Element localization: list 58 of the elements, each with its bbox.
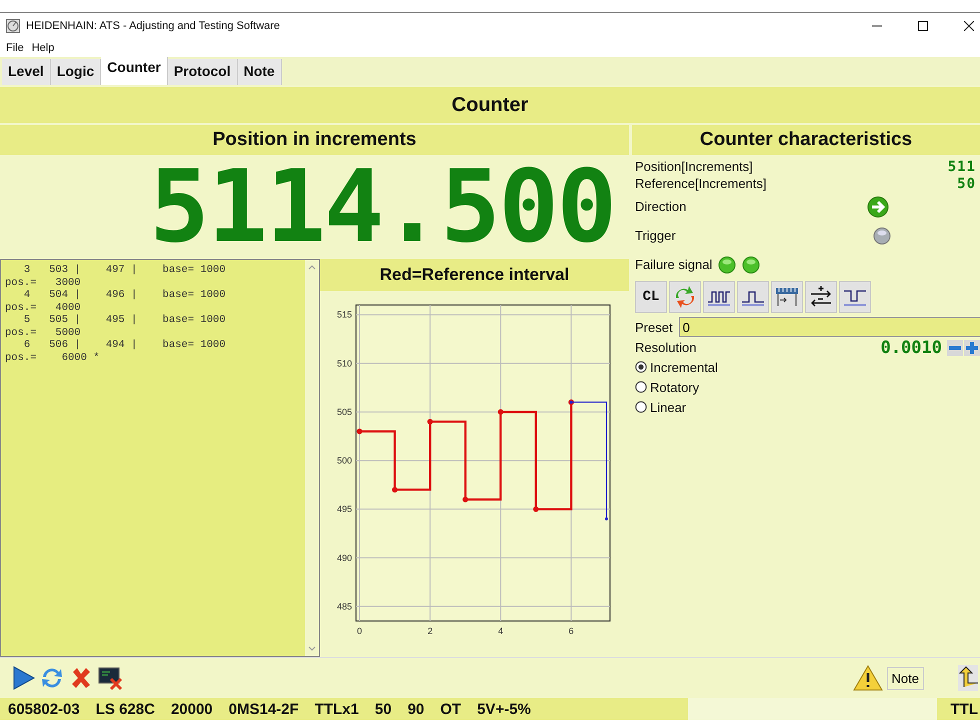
status-field: 0MS14-2F	[228, 700, 299, 718]
tab[interactable]: Logic	[50, 59, 102, 85]
axis-tick-label: 495	[336, 504, 352, 514]
status-field: 5V+-5%	[477, 700, 531, 718]
preset-field[interactable]: 0	[678, 317, 980, 337]
field-label: Preset	[635, 320, 673, 334]
status-field: 50	[374, 700, 392, 718]
digital-reading: 511	[948, 158, 976, 174]
log-line: 5 505 | 495 | base= 1000	[22, 314, 227, 326]
tab[interactable]: Level	[2, 59, 51, 85]
tab[interactable]: Protocol	[168, 59, 238, 85]
axis-tick-label: 4	[498, 626, 504, 636]
chart-title: Red=Reference interval	[320, 259, 629, 291]
status-field: TTLx1	[314, 700, 359, 718]
log-line: pos.= 3000	[5, 276, 82, 289]
axis-tick-label: 6	[568, 626, 574, 636]
log-line: 3 503 | 497 | base= 1000	[22, 264, 227, 276]
field-label: Failure signal	[635, 257, 712, 272]
digital-reading: 0.0010	[880, 338, 942, 358]
tab[interactable]: Counter	[101, 57, 168, 85]
axis-tick-label: 500	[336, 456, 352, 466]
axis-tick-label: 505	[336, 406, 352, 417]
field-label: Position[Increments]	[635, 159, 753, 174]
field-label: Direction	[635, 199, 688, 214]
log-line: pos.= 6000 *	[5, 352, 101, 364]
axis-tick-label: 2	[428, 626, 433, 636]
axis-tick-label: 490	[336, 552, 352, 563]
status-field: 90	[408, 700, 424, 718]
menu-item[interactable]: Help	[32, 42, 54, 54]
field-label: Resolution	[635, 340, 696, 355]
log-line: 4 504 | 496 | base= 1000	[22, 289, 227, 302]
status-field: 605802-03	[8, 700, 80, 718]
menu-item[interactable]: File	[6, 42, 24, 54]
window-title: HEIDENHAIN: ATS - Adjusting and Testing Software	[26, 20, 280, 32]
axis-tick-label: 510	[336, 358, 352, 368]
axis-tick-label: 515	[336, 310, 352, 320]
panel-title: Counter characteristics	[632, 125, 980, 155]
clear-button[interactable]: CL	[635, 281, 667, 313]
digital-reading: 50	[957, 176, 976, 192]
position-reading: 5114.500	[149, 157, 615, 257]
axis-tick-label: 0	[357, 626, 362, 636]
radio-option[interactable]: Rotatory	[635, 377, 980, 397]
log-line: 6 506 | 494 | base= 1000	[22, 339, 227, 352]
status-field: 20000	[170, 700, 213, 718]
field-label: Reference[Increments]	[635, 176, 767, 191]
tab[interactable]: Note	[238, 59, 282, 85]
status-field: TTL	[936, 700, 980, 718]
page-title: Counter	[0, 87, 980, 123]
radio-option[interactable]: Incremental	[635, 357, 980, 377]
panel-title: Position in increments	[0, 125, 629, 155]
status-field: OT	[440, 700, 462, 718]
radio-option[interactable]: Linear	[635, 397, 980, 417]
note-button[interactable]: Note	[886, 666, 924, 690]
log-line: pos.= 4000	[5, 302, 82, 314]
axis-tick-label: 485	[336, 601, 352, 612]
status-field: LS 628C	[96, 700, 155, 718]
log-line: pos.= 5000	[5, 326, 82, 339]
field-label: Trigger	[635, 228, 677, 243]
